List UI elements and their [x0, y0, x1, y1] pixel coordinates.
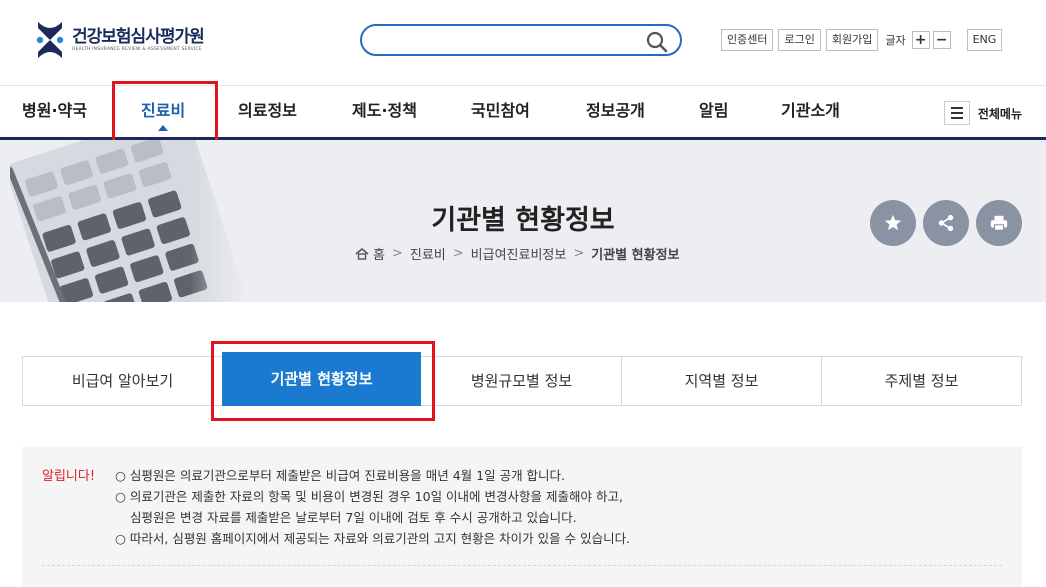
share-icon [938, 214, 954, 232]
notice-box: 알립니다! ○ 심평원은 의료기관으로부터 제출받은 비급여 진료비용을 매년 … [22, 447, 1022, 587]
star-icon [884, 214, 902, 231]
breadcrumb: 홈 > 진료비 > 비급여진료비정보 > 기관별 현황정보 [355, 244, 680, 263]
search-input[interactable] [360, 24, 682, 56]
all-menu-label: 전체메뉴 [977, 106, 1022, 121]
breadcrumb-separator: > [573, 246, 585, 261]
gnb-item-hospital-pharmacy[interactable]: 병원·약국 [22, 85, 87, 137]
notice-line: ○ 심평원은 의료기관으로부터 제출받은 비급여 진료비용을 매년 4월 1일 … [115, 468, 566, 483]
all-menu-button[interactable]: 전체메뉴 [943, 101, 1022, 125]
logo-subtitle: HEALTH INSURANCE REVIEW & ASSESSMENT SER… [72, 47, 202, 52]
favorite-button[interactable] [870, 200, 916, 246]
notice-label: 알립니다! [42, 469, 96, 484]
notice-line: ○ 따라서, 심평원 홈페이지에서 제공되는 자료와 의료기관의 고지 현황은 … [115, 531, 631, 546]
highlight-box-gnb [112, 81, 218, 143]
breadcrumb-current: 기관별 현황정보 [591, 248, 680, 263]
gnb-item-about[interactable]: 기관소개 [781, 85, 840, 137]
site-header: 건강보험심사평가원 HEALTH INSURANCE REVIEW & ASSE… [0, 0, 1046, 86]
gnb-item-participation[interactable]: 국민참여 [471, 85, 530, 137]
highlight-box-tab [211, 341, 435, 421]
tab-noncovered-overview[interactable]: 비급여 알아보기 [23, 357, 222, 405]
gnb-item-policy[interactable]: 제도·정책 [352, 85, 417, 137]
site-logo[interactable]: 건강보험심사평가원 HEALTH INSURANCE REVIEW & ASSE… [34, 20, 205, 60]
tab-topic[interactable]: 주제별 정보 [822, 357, 1021, 405]
tab-hospital-size[interactable]: 병원규모별 정보 [422, 357, 621, 405]
english-link[interactable]: ENG [966, 29, 1003, 51]
breadcrumb-separator: > [391, 246, 403, 261]
page-banner: 기관별 현황정보 홈 > 진료비 > 비급여진료비정보 > 기관별 현황정보 [0, 140, 1046, 302]
print-button[interactable] [976, 200, 1022, 246]
search-icon[interactable] [646, 31, 668, 53]
font-increase-button[interactable]: + [911, 31, 930, 49]
breadcrumb-home[interactable]: 홈 [373, 244, 385, 263]
utility-menu: 인증센터 로그인 회원가입 글자 + − ENG [721, 29, 1007, 51]
gnb-item-medical-info[interactable]: 의료정보 [238, 85, 297, 137]
breadcrumb-item[interactable]: 비급여진료비정보 [471, 244, 567, 263]
sub-tabs: 비급여 알아보기 병원규모별 정보 지역별 정보 주제별 정보 [22, 356, 1022, 406]
gnb-item-notice[interactable]: 알림 [699, 85, 728, 137]
home-icon[interactable] [355, 247, 369, 260]
share-button[interactable] [923, 200, 969, 246]
notice-line: ○ 의료기관은 제출한 자료의 항목 및 비용이 변경된 경우 10일 이내에 … [115, 489, 623, 504]
font-size-label: 글자 [885, 34, 906, 47]
logo-mark-icon [36, 22, 64, 58]
print-icon [990, 215, 1008, 231]
logo-name: 건강보험심사평가원 [72, 27, 205, 47]
breadcrumb-item[interactable]: 진료비 [410, 244, 446, 263]
cert-center-link[interactable]: 인증센터 [721, 29, 774, 51]
gnb-item-disclosure[interactable]: 정보공개 [586, 85, 645, 137]
notice-line: 심평원은 변경 자료를 제출받은 날로부터 7일 이내에 검토 후 수시 공개하… [130, 510, 577, 525]
notice-divider [42, 565, 1002, 566]
tab-region[interactable]: 지역별 정보 [622, 357, 821, 405]
font-decrease-button[interactable]: − [932, 31, 951, 49]
breadcrumb-separator: > [452, 246, 464, 261]
hamburger-icon [943, 101, 970, 125]
join-link[interactable]: 회원가입 [825, 29, 879, 51]
login-link[interactable]: 로그인 [778, 29, 821, 51]
